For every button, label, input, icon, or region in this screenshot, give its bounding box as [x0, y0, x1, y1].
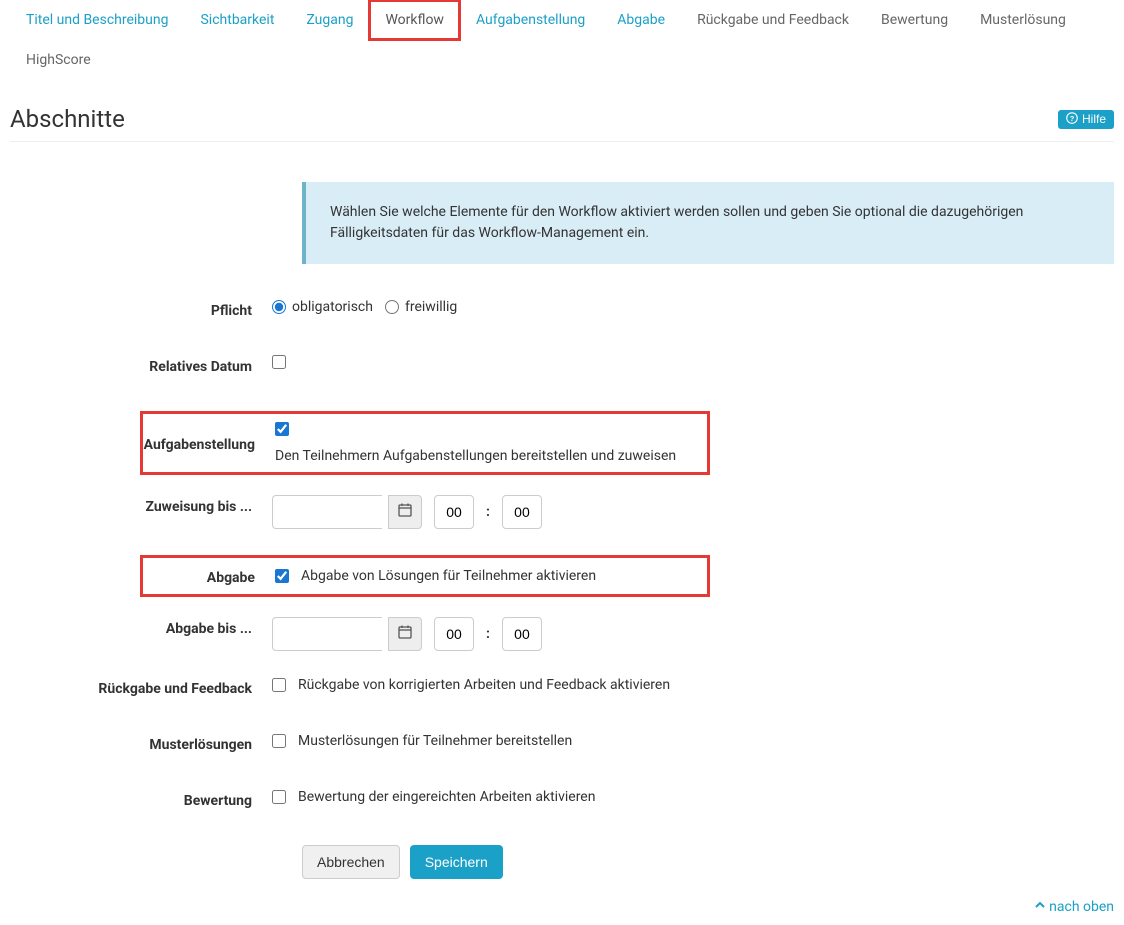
row-bewertung: Bewertung Bewertung der eingereichten Ar… [10, 789, 1114, 819]
tab-abgabe[interactable]: Abgabe [601, 0, 681, 40]
hour-input-abgabe[interactable] [434, 617, 474, 651]
calendar-button-zuweisung[interactable] [388, 495, 422, 529]
tab-rueckgabe[interactable]: Rückgabe und Feedback [681, 0, 865, 40]
minute-input-abgabe[interactable] [502, 617, 542, 651]
desc-bewertung: Bewertung der eingereichten Arbeiten akt… [298, 789, 595, 805]
desc-aufgabenstellung: Den Teilnehmern Aufgabenstellungen berei… [275, 448, 676, 464]
back-to-top-link[interactable]: nach oben [1034, 899, 1114, 915]
tab-highscore[interactable]: HighScore [10, 40, 107, 80]
cancel-button[interactable]: Abbrechen [302, 845, 400, 879]
date-group-abgabe [272, 617, 422, 651]
tab-zugang[interactable]: Zugang [290, 0, 369, 40]
label-abgabe: Abgabe [143, 566, 275, 586]
calendar-icon [398, 503, 412, 522]
help-label: Hilfe [1082, 112, 1106, 126]
radio-obligatorisch-label: obligatorisch [292, 299, 373, 315]
info-box: Wählen Sie welche Elemente für den Workf… [302, 182, 1114, 264]
help-button[interactable]: ? Hilfe [1058, 110, 1114, 129]
date-input-abgabe[interactable] [272, 617, 382, 651]
checkbox-musterloesungen[interactable] [272, 734, 286, 748]
radio-freiwillig-wrap[interactable]: freiwillig [385, 299, 457, 315]
help-icon: ? [1066, 112, 1078, 127]
row-pflicht: Pflicht obligatorisch freiwillig [10, 299, 1114, 329]
heading-row: Abschnitte ? Hilfe [10, 105, 1114, 142]
label-bewertung: Bewertung [10, 789, 272, 809]
row-abgabe: Abgabe Abgabe von Lösungen für Teilnehme… [10, 555, 1114, 597]
buttons-row: Abbrechen Speichern [302, 845, 1114, 879]
label-rueckgabe: Rückgabe und Feedback [10, 677, 272, 697]
checkbox-relatives-datum[interactable] [272, 355, 286, 369]
svg-text:?: ? [1070, 114, 1075, 123]
date-input-zuweisung[interactable] [272, 495, 382, 529]
page-title: Abschnitte [10, 105, 125, 133]
row-relatives-datum: Relatives Datum [10, 355, 1114, 385]
row-zuweisung-bis: Zuweisung bis ... : [10, 495, 1114, 529]
desc-musterloesungen: Musterlösungen für Teilnehmer bereitstel… [298, 733, 572, 749]
desc-abgabe: Abgabe von Lösungen für Teilnehmer aktiv… [301, 568, 596, 584]
radio-freiwillig[interactable] [385, 300, 399, 314]
radio-obligatorisch[interactable] [272, 300, 286, 314]
label-relatives-datum: Relatives Datum [10, 355, 272, 375]
calendar-button-abgabe[interactable] [388, 617, 422, 651]
tab-titel[interactable]: Titel und Beschreibung [10, 0, 184, 40]
row-abgabe-bis: Abgabe bis ... : [10, 617, 1114, 651]
form-area: Wählen Sie welche Elemente für den Workf… [10, 182, 1114, 879]
tab-bewertung[interactable]: Bewertung [865, 0, 964, 40]
date-group-zuweisung [272, 495, 422, 529]
nav-tabs: Titel und Beschreibung Sichtbarkeit Zuga… [10, 0, 1114, 80]
minute-input-zuweisung[interactable] [502, 495, 542, 529]
back-to-top-label: nach oben [1049, 899, 1114, 915]
label-aufgabenstellung: Aufgabenstellung [143, 433, 275, 453]
chevron-up-icon [1034, 899, 1049, 915]
tab-sichtbarkeit[interactable]: Sichtbarkeit [184, 0, 290, 40]
checkbox-bewertung[interactable] [272, 790, 286, 804]
checkbox-rueckgabe[interactable] [272, 678, 286, 692]
label-zuweisung-bis: Zuweisung bis ... [10, 495, 272, 515]
save-button[interactable]: Speichern [410, 845, 503, 879]
radio-freiwillig-label: freiwillig [405, 299, 457, 315]
label-pflicht: Pflicht [10, 299, 272, 319]
calendar-icon [398, 625, 412, 644]
row-musterloesungen: Musterlösungen Musterlösungen für Teilne… [10, 733, 1114, 763]
tab-musterloesung[interactable]: Musterlösung [964, 0, 1082, 40]
desc-rueckgabe: Rückgabe von korrigierten Arbeiten und F… [298, 677, 670, 693]
hour-input-zuweisung[interactable] [434, 495, 474, 529]
label-abgabe-bis: Abgabe bis ... [10, 617, 272, 637]
time-colon: : [486, 504, 490, 520]
tab-aufgabenstellung[interactable]: Aufgabenstellung [460, 0, 601, 40]
bottom-link-row: nach oben [10, 879, 1114, 925]
row-rueckgabe: Rückgabe und Feedback Rückgabe von korri… [10, 677, 1114, 707]
label-musterloesungen: Musterlösungen [10, 733, 272, 753]
row-aufgabenstellung: Aufgabenstellung Den Teilnehmern Aufgabe… [10, 411, 1114, 475]
time-colon: : [486, 626, 490, 642]
tab-workflow[interactable]: Workflow [369, 0, 460, 40]
checkbox-aufgabenstellung[interactable] [275, 422, 289, 436]
radio-obligatorisch-wrap[interactable]: obligatorisch [272, 299, 373, 315]
checkbox-abgabe[interactable] [275, 569, 289, 583]
